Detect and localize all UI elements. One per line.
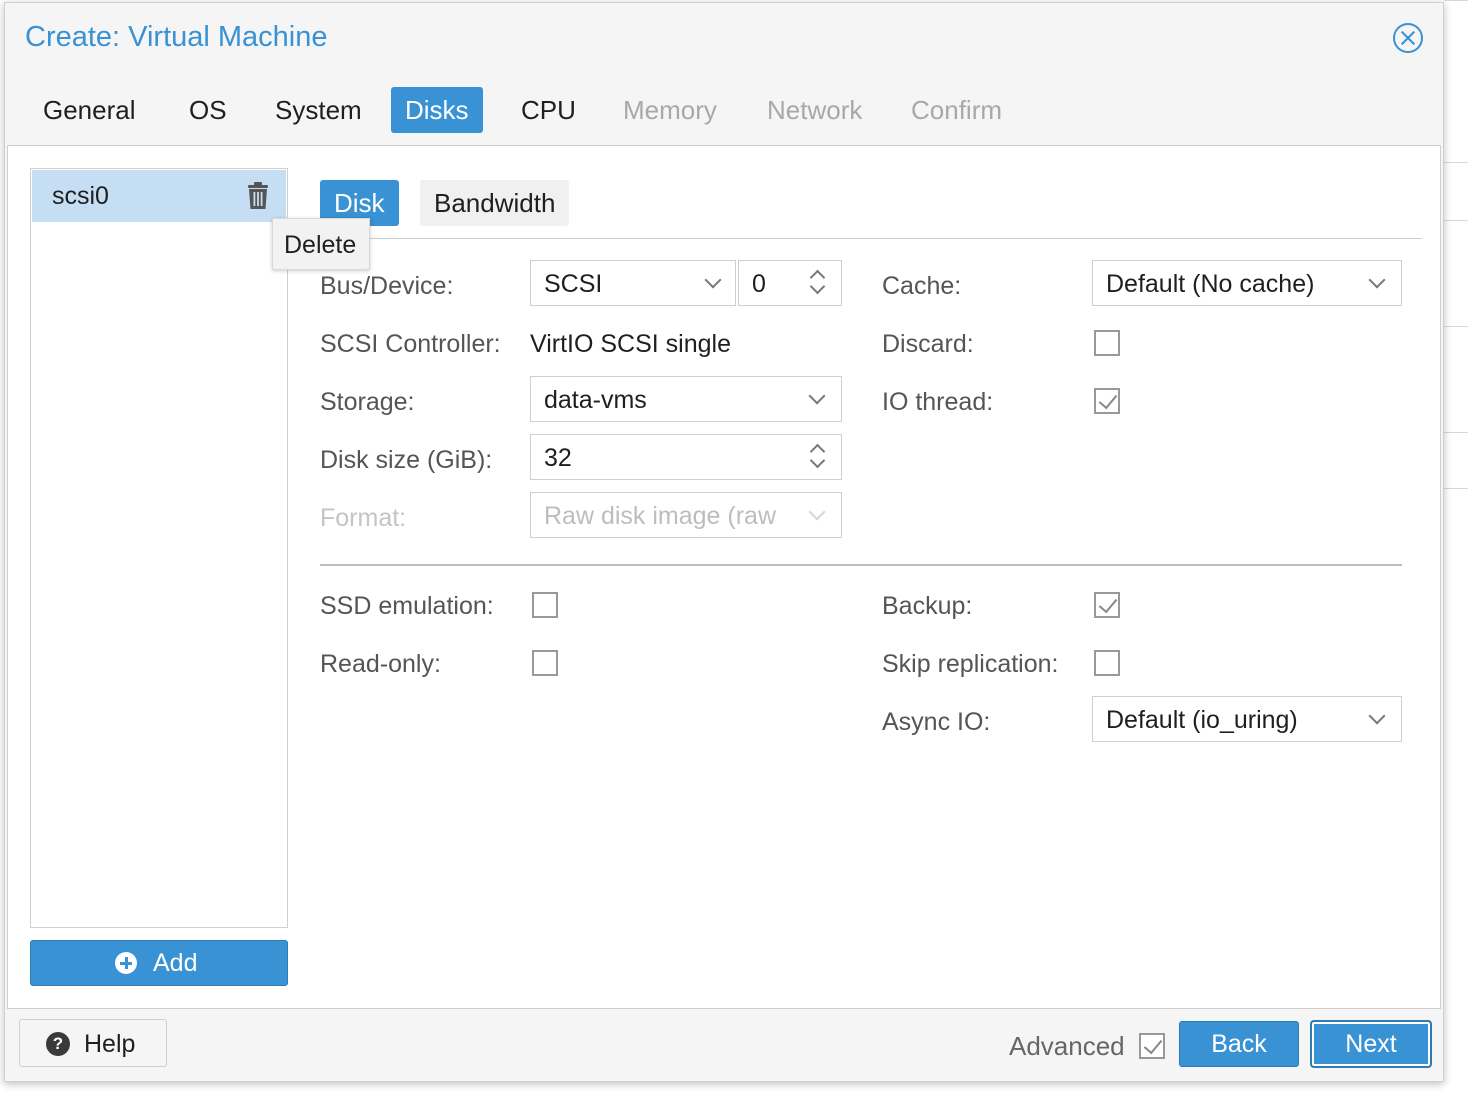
- create-vm-dialog: Create: Virtual Machine General OS Syste…: [4, 2, 1444, 1082]
- spinner-icon[interactable]: [809, 267, 826, 299]
- device-index-value: 0: [752, 270, 766, 298]
- cache-select[interactable]: Default (No cache): [1092, 260, 1402, 306]
- background-strip: [1444, 0, 1468, 1116]
- disk-item-label: scsi0: [52, 182, 109, 210]
- read-only-label: Read-only:: [320, 650, 441, 678]
- tab-network: Network: [767, 95, 863, 125]
- help-button-label: Help: [84, 1030, 136, 1058]
- help-button[interactable]: ? Help: [19, 1019, 167, 1067]
- list-item[interactable]: scsi0: [32, 170, 286, 222]
- back-button[interactable]: Back: [1179, 1021, 1299, 1067]
- bus-device-label: Bus/Device:: [320, 272, 454, 300]
- bus-value: SCSI: [544, 270, 603, 298]
- ssd-emulation-checkbox[interactable]: [532, 592, 558, 618]
- scsi-controller-value: VirtIO SCSI single: [530, 330, 732, 358]
- tab-memory: Memory: [623, 95, 717, 125]
- delete-tooltip: Delete: [272, 218, 370, 270]
- question-circle-icon: ?: [46, 1032, 70, 1056]
- async-io-select[interactable]: Default (io_uring): [1092, 696, 1402, 742]
- scsi-controller-label: SCSI Controller:: [320, 330, 501, 358]
- tab-os[interactable]: OS: [175, 87, 241, 133]
- bus-select[interactable]: SCSI: [530, 260, 736, 306]
- storage-select[interactable]: data-vms: [530, 376, 842, 422]
- chevron-down-icon[interactable]: [1368, 271, 1386, 289]
- discard-checkbox[interactable]: [1094, 330, 1120, 356]
- chevron-down-icon[interactable]: [808, 387, 826, 405]
- dialog-title: Create: Virtual Machine: [25, 21, 328, 53]
- discard-label: Discard:: [882, 330, 974, 358]
- chevron-down-icon: [808, 503, 826, 521]
- advanced-label: Advanced: [1009, 1031, 1125, 1061]
- tab-cpu[interactable]: CPU: [507, 87, 590, 133]
- cache-label: Cache:: [882, 272, 962, 300]
- skip-replication-checkbox[interactable]: [1094, 650, 1120, 676]
- disk-size-label: Disk size (GiB):: [320, 446, 493, 474]
- read-only-checkbox[interactable]: [532, 650, 558, 676]
- async-io-label: Async IO:: [882, 708, 991, 736]
- plus-circle-icon: [115, 952, 137, 974]
- section-divider: [320, 564, 1402, 566]
- storage-value: data-vms: [544, 386, 647, 414]
- close-icon[interactable]: [1393, 23, 1423, 53]
- io-thread-checkbox[interactable]: [1094, 388, 1120, 414]
- format-select: Raw disk image (raw: [530, 492, 842, 538]
- disks-panel: scsi0 Delete Add Disk Bandwidth Bus/Devi…: [7, 145, 1441, 1009]
- tab-disks[interactable]: Disks: [391, 87, 483, 133]
- device-index-stepper[interactable]: 0: [738, 260, 842, 306]
- advanced-checkbox[interactable]: [1139, 1033, 1165, 1059]
- subtab-divider: [320, 238, 1422, 239]
- backup-label: Backup:: [882, 592, 973, 620]
- async-io-value: Default (io_uring): [1106, 706, 1298, 734]
- spinner-icon[interactable]: [809, 441, 826, 473]
- disk-size-stepper[interactable]: 32: [530, 434, 842, 480]
- io-thread-label: IO thread:: [882, 388, 994, 416]
- trash-icon[interactable]: [246, 182, 270, 210]
- tab-confirm: Confirm: [911, 95, 1003, 125]
- add-button-label: Add: [153, 949, 198, 977]
- backup-checkbox[interactable]: [1094, 592, 1120, 618]
- format-value: Raw disk image (raw: [544, 502, 777, 530]
- skip-replication-label: Skip replication:: [882, 650, 1059, 678]
- subtab-bandwidth[interactable]: Bandwidth: [420, 180, 570, 226]
- tab-system[interactable]: System: [261, 87, 376, 133]
- chevron-down-icon[interactable]: [1368, 707, 1386, 725]
- format-label: Format:: [320, 504, 407, 532]
- chevron-down-icon[interactable]: [704, 271, 722, 289]
- tab-general[interactable]: General: [29, 87, 150, 133]
- add-button[interactable]: Add: [30, 940, 288, 986]
- tooltip-text: Delete: [284, 231, 357, 259]
- ssd-emulation-label: SSD emulation:: [320, 592, 494, 620]
- cache-value: Default (No cache): [1106, 270, 1315, 298]
- disk-size-value: 32: [544, 444, 572, 472]
- disk-list: scsi0: [30, 168, 288, 928]
- next-button[interactable]: Next: [1311, 1021, 1431, 1067]
- storage-label: Storage:: [320, 388, 415, 416]
